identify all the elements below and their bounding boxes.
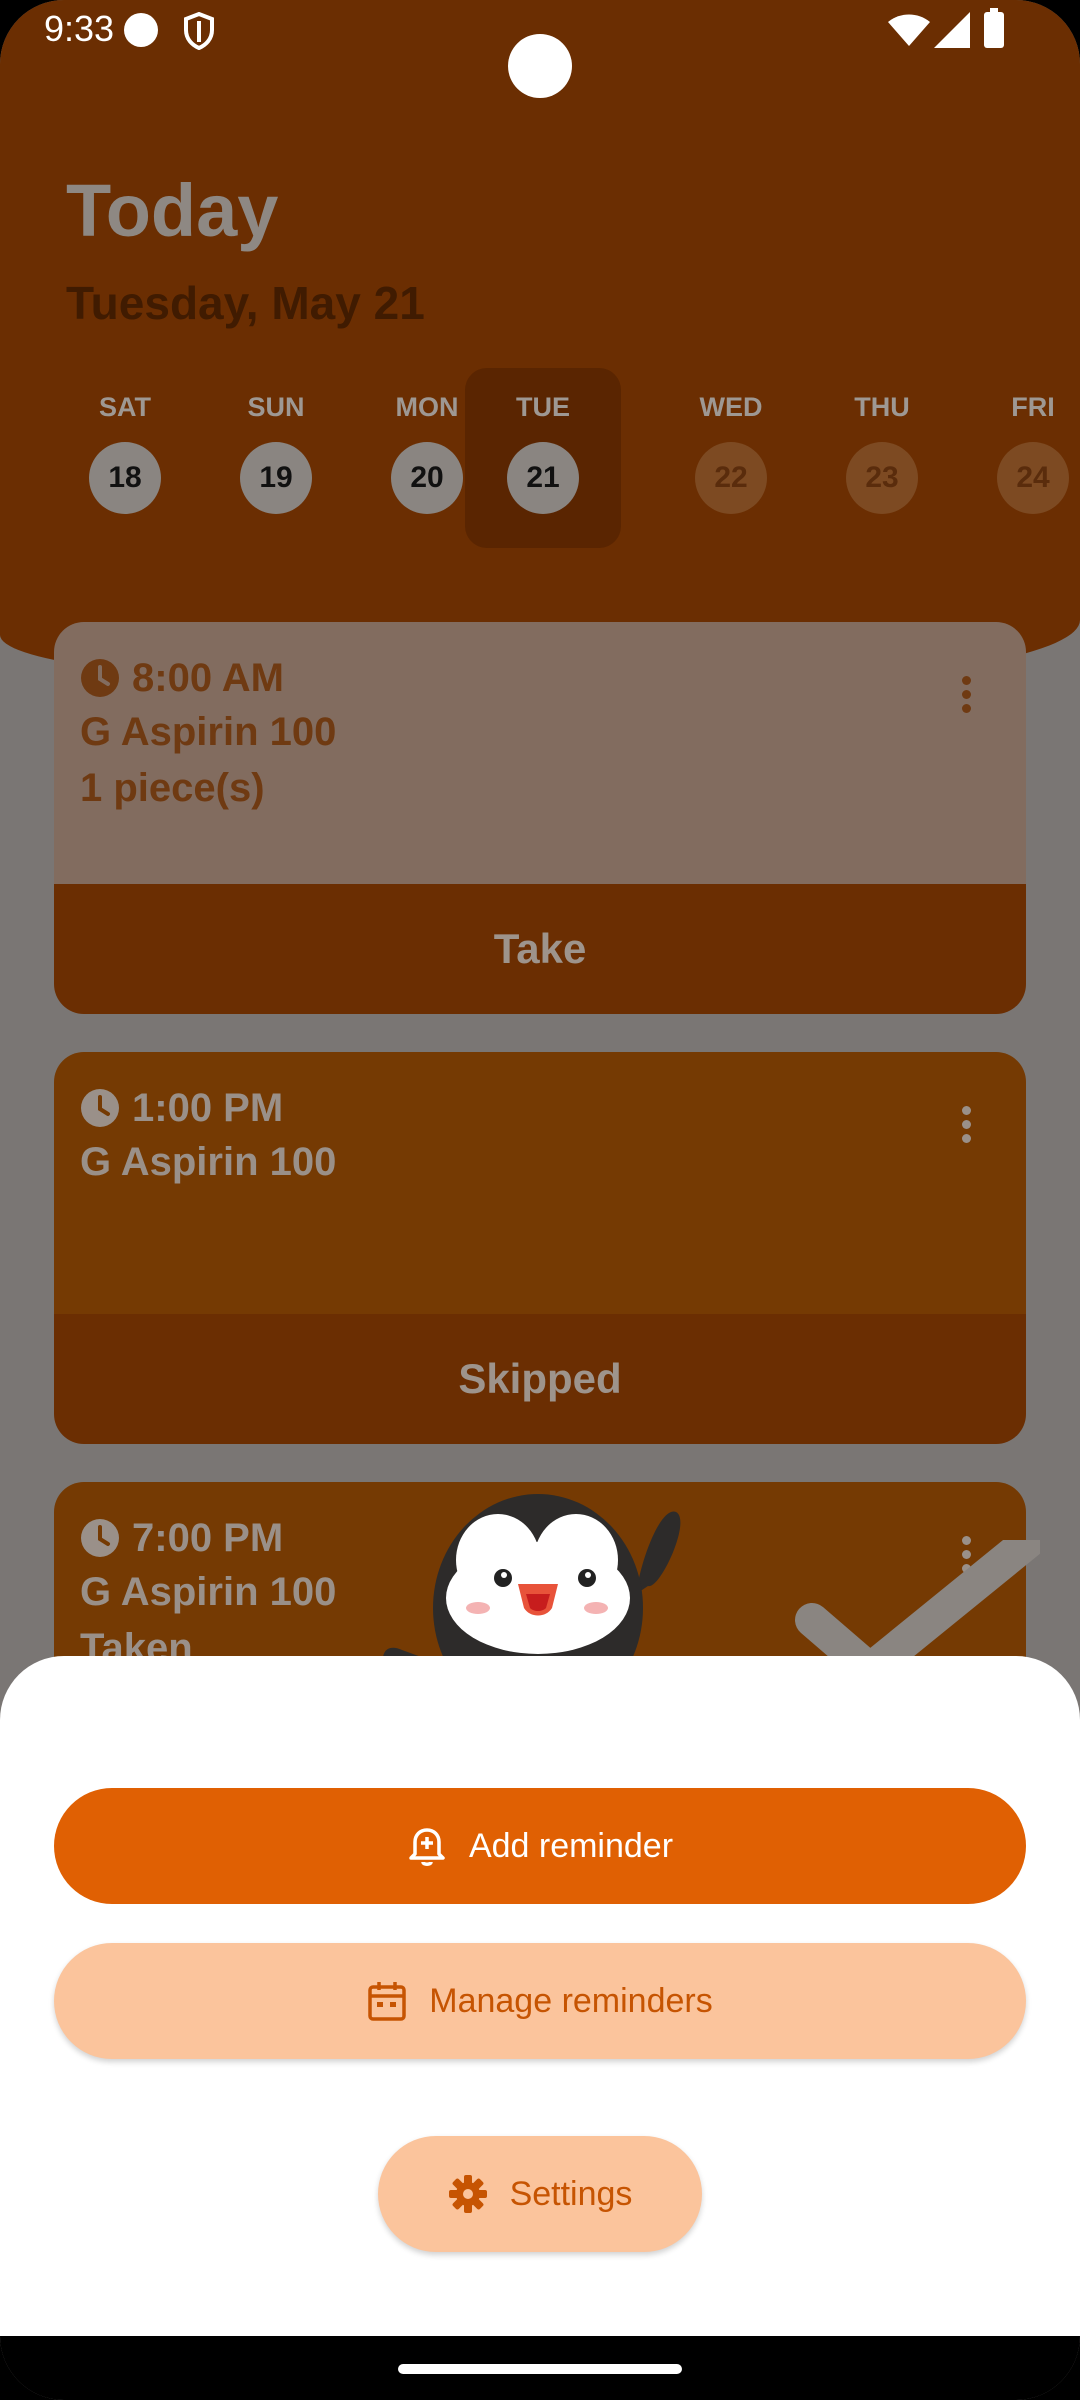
day-number: 20 (391, 442, 463, 514)
navigation-bar (0, 2336, 1080, 2400)
camera-cutout (508, 34, 572, 98)
reminder-time: 1:00 PM (132, 1086, 284, 1130)
gear-icon (448, 2175, 487, 2213)
bell-plus-icon (409, 1828, 445, 1866)
medicine-name: G Aspirin 100 (80, 1140, 337, 1184)
reminder-card-body: 1:00 PM G Aspirin 100 (54, 1052, 1026, 1314)
clock-icon (81, 659, 119, 697)
more-options-icon[interactable] (962, 676, 974, 716)
day-number: 18 (89, 442, 161, 514)
day-tue-selected[interactable]: TUE 21 (465, 368, 621, 548)
reminder-time: 7:00 PM (132, 1516, 284, 1560)
battery-icon (984, 8, 1004, 48)
page-title: Today (66, 169, 279, 252)
day-name: SUN (247, 392, 305, 422)
calendar-icon (368, 1982, 406, 2021)
add-reminder-label: Add reminder (468, 1826, 674, 1865)
settings-label: Settings (509, 2174, 633, 2213)
day-number: 22 (695, 442, 767, 514)
day-number: 23 (846, 442, 918, 514)
day-sat[interactable]: SAT 18 (50, 368, 200, 548)
reminder-card-body: 8:00 AM G Aspirin 100 1 piece(s) (54, 622, 1026, 884)
medicine-name: G Aspirin 100 (80, 710, 337, 754)
day-sun[interactable]: SUN 19 (201, 368, 351, 548)
date-subtitle: Tuesday, May 21 (66, 277, 425, 329)
reminder-time: 8:00 AM (132, 656, 284, 700)
status-time: 9:33 (44, 8, 115, 49)
manage-reminders-label: Manage reminders (429, 1981, 713, 2020)
shield-icon (184, 11, 214, 55)
dose-text: 1 piece(s) (80, 766, 265, 810)
screen: 9:33 Today Tuesday, May 21 SAT 18 SUN 19 (0, 0, 1080, 2400)
day-number: 21 (507, 442, 579, 514)
day-fri[interactable]: FRI 24 (958, 368, 1080, 548)
day-wed[interactable]: WED 22 (656, 368, 806, 548)
skipped-status-button[interactable]: Skipped (54, 1314, 1026, 1444)
take-button[interactable]: Take (54, 884, 1026, 1014)
header: Today Tuesday, May 21 SAT 18 SUN 19 MON … (0, 0, 1080, 680)
wifi-icon (888, 14, 930, 51)
reminder-card[interactable]: 8:00 AM G Aspirin 100 1 piece(s) Take (54, 622, 1026, 1014)
day-number: 24 (997, 442, 1069, 514)
signal-icon (934, 12, 970, 53)
reminder-card[interactable]: 1:00 PM G Aspirin 100 Skipped (54, 1052, 1026, 1444)
day-number: 19 (240, 442, 312, 514)
home-gesture-handle[interactable] (398, 2364, 682, 2374)
notification-dot-icon (124, 13, 158, 47)
add-reminder-button[interactable]: Add reminder (54, 1788, 1026, 1904)
day-name: THU (854, 392, 910, 422)
day-thu[interactable]: THU 23 (807, 368, 957, 548)
day-name: FRI (1011, 392, 1055, 422)
day-name: WED (699, 392, 763, 422)
medicine-name: G Aspirin 100 (80, 1570, 337, 1614)
day-name: TUE (516, 392, 570, 422)
more-options-icon[interactable] (962, 1106, 974, 1146)
settings-button[interactable]: Settings (378, 2136, 702, 2252)
clock-icon (81, 1089, 119, 1127)
day-selector: SAT 18 SUN 19 MON 20 TUE 21 WED 22 THU 2… (36, 368, 1069, 548)
clock-icon (81, 1519, 119, 1557)
manage-reminders-button[interactable]: Manage reminders (54, 1943, 1026, 2059)
bottom-sheet: Add reminder Manage reminders Settings (0, 1656, 1080, 2336)
day-name: SAT (99, 392, 151, 422)
